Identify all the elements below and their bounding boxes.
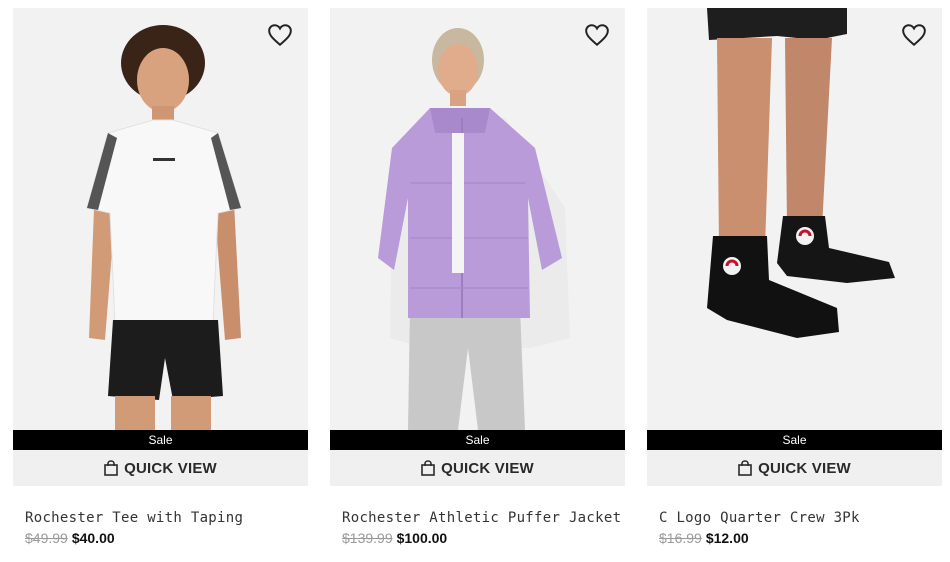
original-price: $16.99 [659, 530, 702, 546]
sale-price: $40.00 [71, 530, 115, 546]
product-photo-jacket [330, 8, 625, 430]
product-card: Sale QUICK VIEW C Logo Quarter Crew 3Pk … [647, 8, 942, 546]
sale-price: $100.00 [396, 530, 448, 546]
shopping-bag-icon [421, 460, 435, 476]
product-card: Sale QUICK VIEW Rochester Athletic Puffe… [330, 8, 625, 546]
quick-view-label: QUICK VIEW [758, 459, 851, 477]
price-row: $16.99 $12.00 [647, 530, 942, 546]
wishlist-button[interactable] [266, 22, 294, 48]
price-row: $49.99 $40.00 [13, 530, 308, 546]
shopping-bag-icon [738, 460, 752, 476]
product-image[interactable] [330, 8, 625, 430]
product-photo-socks [647, 8, 942, 430]
product-name[interactable]: C Logo Quarter Crew 3Pk [647, 510, 942, 526]
quick-view-label: QUICK VIEW [441, 459, 534, 477]
quick-view-label: QUICK VIEW [124, 459, 217, 477]
heart-outline-icon [268, 24, 292, 47]
quick-view-button[interactable]: QUICK VIEW [330, 450, 625, 486]
heart-outline-icon [902, 24, 926, 47]
sale-price: $12.00 [705, 530, 749, 546]
shopping-bag-icon [104, 460, 118, 476]
sale-badge: Sale [13, 430, 308, 450]
product-name[interactable]: Rochester Athletic Puffer Jacket [330, 510, 625, 526]
quick-view-button[interactable]: QUICK VIEW [647, 450, 942, 486]
original-price: $139.99 [342, 530, 393, 546]
wishlist-button[interactable] [900, 22, 928, 48]
product-name[interactable]: Rochester Tee with Taping [13, 510, 308, 526]
original-price: $49.99 [25, 530, 68, 546]
quick-view-button[interactable]: QUICK VIEW [13, 450, 308, 486]
wishlist-button[interactable] [583, 22, 611, 48]
product-photo-tee [13, 8, 308, 430]
product-image[interactable] [13, 8, 308, 430]
product-card: Sale QUICK VIEW Rochester Tee with Tapin… [13, 8, 308, 546]
price-row: $139.99 $100.00 [330, 530, 625, 546]
sale-badge: Sale [330, 430, 625, 450]
product-image[interactable] [647, 8, 942, 430]
heart-outline-icon [585, 24, 609, 47]
product-grid: Sale QUICK VIEW Rochester Tee with Tapin… [0, 0, 950, 562]
sale-badge: Sale [647, 430, 942, 450]
